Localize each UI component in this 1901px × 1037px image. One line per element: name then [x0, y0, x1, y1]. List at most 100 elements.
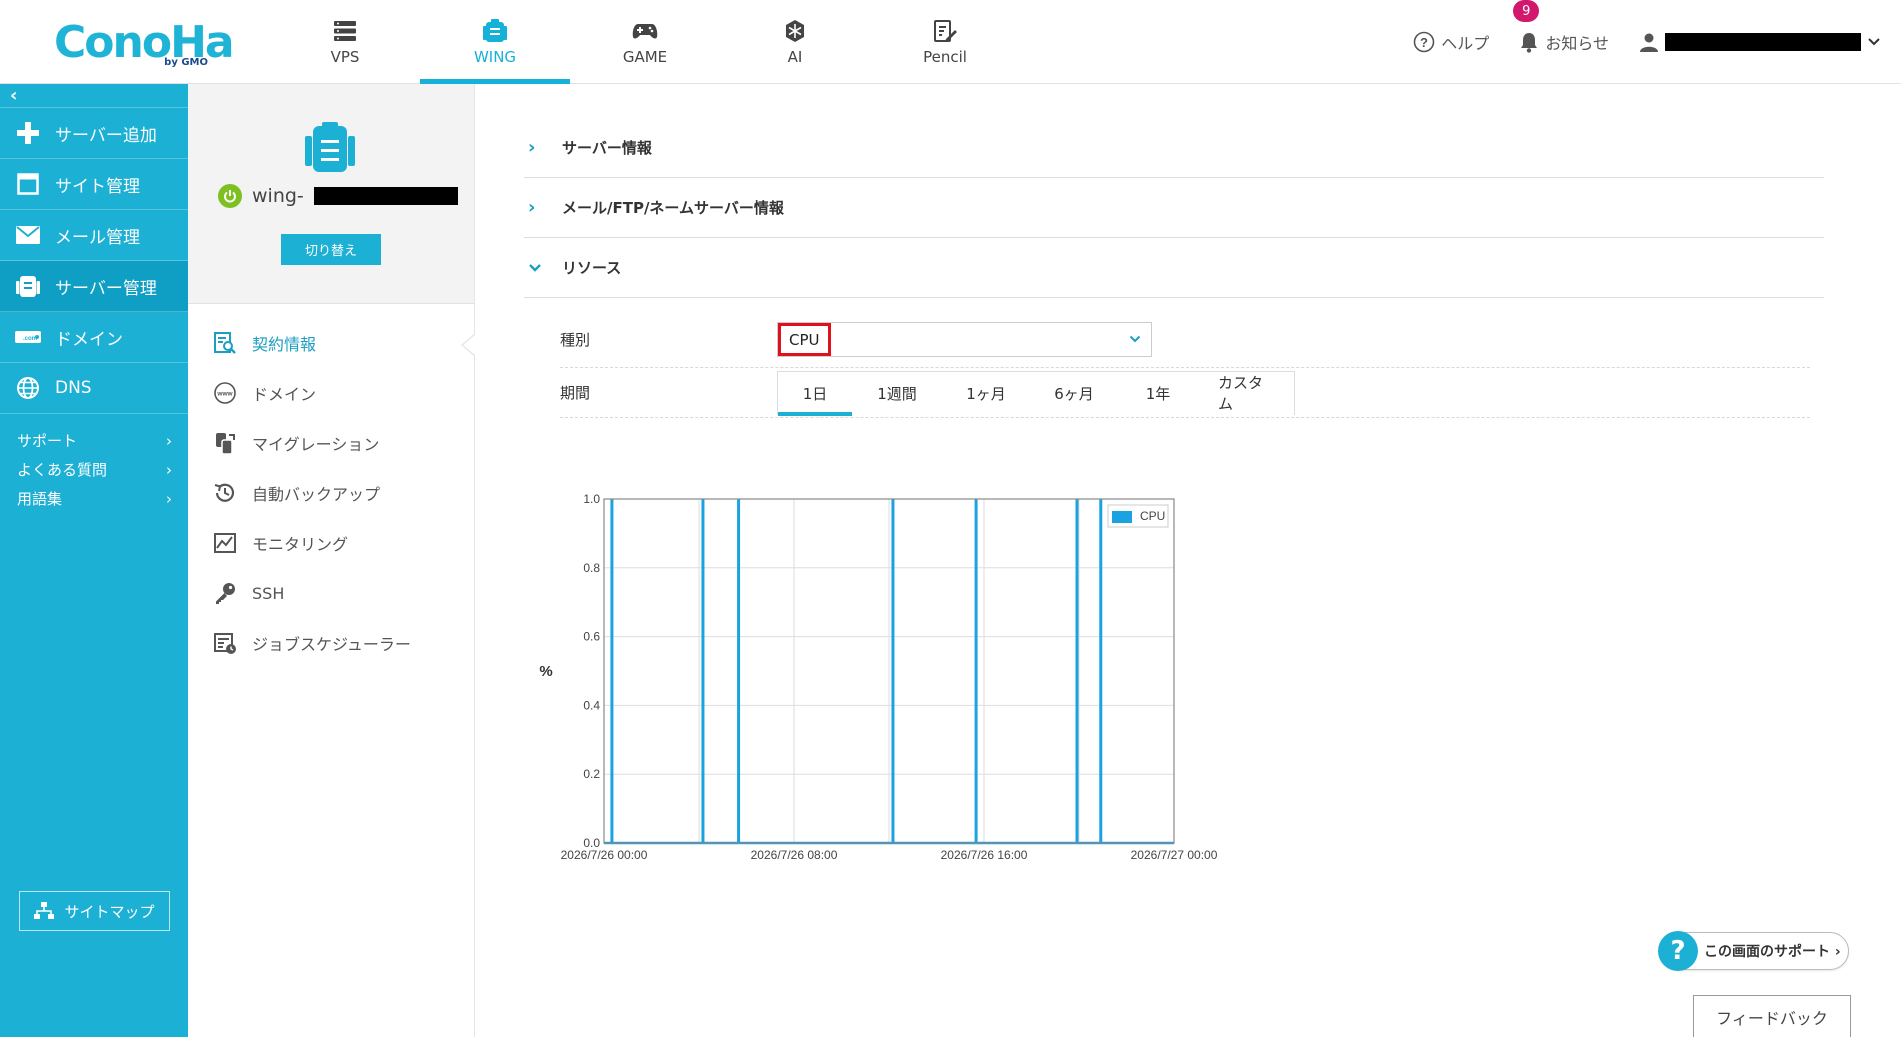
chevron-right-icon: › [166, 489, 172, 508]
submenu-item-domain[interactable]: www ドメイン [188, 368, 474, 418]
type-select-value: CPU [778, 323, 831, 356]
service-tab-vps[interactable]: VPS [270, 0, 420, 84]
submenu-item-label: SSH [252, 583, 285, 603]
section-resource[interactable]: リソース [524, 238, 1824, 298]
key-icon [212, 580, 238, 606]
chevron-right-icon: › [528, 197, 536, 218]
service-tab-ai[interactable]: AI [720, 0, 870, 84]
user-menu[interactable] [1639, 32, 1881, 52]
y-tick-label: 1.0 [583, 492, 600, 506]
help-link[interactable]: ? ヘルプ [1413, 30, 1489, 54]
conoha-logo[interactable]: ConoHa by GMO [54, 16, 235, 70]
cpu-chart: 0.0 0.2 0.4 0.6 0.8 1.0 2026/7/26 00:00 2026/7/… [524, 489, 1244, 879]
service-tab-label: GAME [622, 48, 668, 66]
sidebar-link-faq[interactable]: よくある質問 › [0, 455, 188, 484]
sidebar-collapse-button[interactable]: ‹ [0, 84, 188, 108]
scheduler-icon [212, 630, 238, 656]
sidebar-item-add-server[interactable]: サーバー追加 [0, 108, 188, 159]
top-header: ConoHa by GMO VPS WING GAME AI Pencil ? … [0, 0, 1901, 84]
sidebar-item-dns[interactable]: DNS [0, 363, 188, 414]
sitemap-icon [34, 902, 55, 919]
user-icon [1640, 33, 1658, 52]
y-axis-label: % [539, 663, 552, 680]
period-row: 期間 1日 1週間 1ヶ月 6ヶ月 1年 カスタム [560, 368, 1810, 418]
section-label: メール/FTP/ネームサーバー情報 [562, 199, 784, 217]
sidebar-link-glossary[interactable]: 用語集 › [0, 484, 188, 513]
submenu-item-contract[interactable]: 契約情報 [188, 318, 475, 368]
submenu-item-ssh[interactable]: SSH [188, 568, 474, 618]
collapse-chevron-icon: ‹ [10, 85, 18, 106]
server-icon [304, 122, 356, 178]
sidebar-item-site[interactable]: サイト管理 [0, 159, 188, 210]
x-tick-label: 2026/7/26 00:00 [561, 848, 648, 862]
period-tab-6months[interactable]: 6ヶ月 [1030, 372, 1118, 415]
domain-tag-icon: .com [14, 323, 42, 351]
globe-icon [14, 374, 42, 402]
support-label: この画面のサポート › [1704, 944, 1841, 960]
service-tab-pencil[interactable]: Pencil [870, 0, 1020, 84]
feedback-button[interactable]: フィードバック [1693, 995, 1851, 1037]
service-tab-label: AI [787, 48, 803, 66]
submenu-item-backup[interactable]: 自動バックアップ [188, 468, 474, 518]
monitoring-chart-icon [212, 530, 238, 556]
question-icon: ? [1658, 931, 1698, 971]
sidebar-link-label: よくある質問 [17, 461, 108, 479]
x-tick-label: 2026/7/26 16:00 [941, 848, 1028, 862]
legend-label: CPU [1140, 509, 1165, 523]
x-tick-label: 2026/7/26 08:00 [751, 848, 838, 862]
sidebar-link-label: サポート [17, 432, 78, 450]
server-stack-icon [333, 18, 357, 44]
sidebar-item-label: ドメイン [55, 329, 123, 350]
notice-count-badge: 9 [1513, 0, 1540, 22]
section-server-info[interactable]: › サーバー情報 [524, 118, 1824, 178]
period-tab-1week[interactable]: 1週間 [852, 372, 942, 415]
sidebar-item-domain[interactable]: .com ドメイン [0, 312, 188, 363]
service-tab-label: WING [473, 48, 517, 66]
plus-icon [14, 119, 42, 147]
sidebar-item-label: サーバー追加 [55, 125, 157, 146]
y-tick-label: 0.2 [583, 767, 600, 781]
submenu-item-monitoring[interactable]: モニタリング [188, 518, 474, 568]
sidebar-item-mail[interactable]: メール管理 [0, 210, 188, 261]
service-tab-game[interactable]: GAME [570, 0, 720, 84]
pencil-doc-icon [933, 18, 957, 44]
header-utilities: ? ヘルプ 9 お知らせ [1413, 0, 1881, 84]
www-icon: www [212, 380, 238, 406]
sitemap-button[interactable]: サイトマップ [19, 891, 170, 931]
period-tab-1month[interactable]: 1ヶ月 [942, 372, 1030, 415]
notice-link[interactable]: 9 お知らせ [1513, 0, 1609, 54]
period-label: 期間 [560, 384, 591, 402]
ai-chip-icon [783, 18, 807, 44]
period-tab-1day[interactable]: 1日 [778, 372, 852, 416]
switch-server-button[interactable]: 切り替え [281, 234, 381, 265]
gamepad-icon [632, 18, 658, 44]
service-tabs: VPS WING GAME AI Pencil [270, 0, 1020, 84]
help-label: ヘルプ [1441, 34, 1490, 53]
sidebar-item-server[interactable]: サーバー管理 [0, 261, 188, 312]
backup-clock-icon [212, 480, 238, 506]
section-mail-ftp-info[interactable]: › メール/FTP/ネームサーバー情報 [524, 178, 1824, 238]
sitemap-label: サイトマップ [64, 902, 155, 921]
sidebar-item-label: サーバー管理 [55, 278, 157, 299]
y-tick-label: 0.8 [583, 561, 600, 575]
user-name-redacted [1665, 33, 1861, 51]
page-support-button[interactable]: ? この画面のサポート › [1658, 931, 1849, 971]
submenu-item-migration[interactable]: マイグレーション [188, 418, 474, 468]
service-tab-wing[interactable]: WING [420, 0, 570, 84]
period-tab-1year[interactable]: 1年 [1118, 372, 1198, 415]
chevron-right-icon: › [528, 137, 536, 158]
submenu-item-scheduler[interactable]: ジョブスケジューラー [188, 618, 474, 668]
resource-form: 種別 CPU 期間 1日 1週間 1ヶ月 6ヶ月 1年 カスタム [560, 312, 1810, 418]
accordion: › サーバー情報 › メール/FTP/ネームサーバー情報 リソース [524, 118, 1824, 298]
submenu-item-label: ジョブスケジューラー [252, 635, 411, 654]
chevron-down-icon [1868, 38, 1880, 46]
migration-icon [212, 430, 238, 456]
type-select[interactable]: CPU [777, 322, 1152, 357]
sidebar-link-support[interactable]: サポート › [0, 426, 188, 455]
svg-text:?: ? [1420, 35, 1428, 50]
chevron-down-icon [1129, 332, 1141, 347]
main-sidebar: ‹ サーバー追加 サイト管理 メール管理 サーバー管理 .com ドメイン DN… [0, 84, 188, 1037]
wing-server-icon [482, 18, 508, 44]
svg-text:www: www [216, 391, 233, 398]
period-tab-custom[interactable]: カスタム [1198, 372, 1294, 415]
